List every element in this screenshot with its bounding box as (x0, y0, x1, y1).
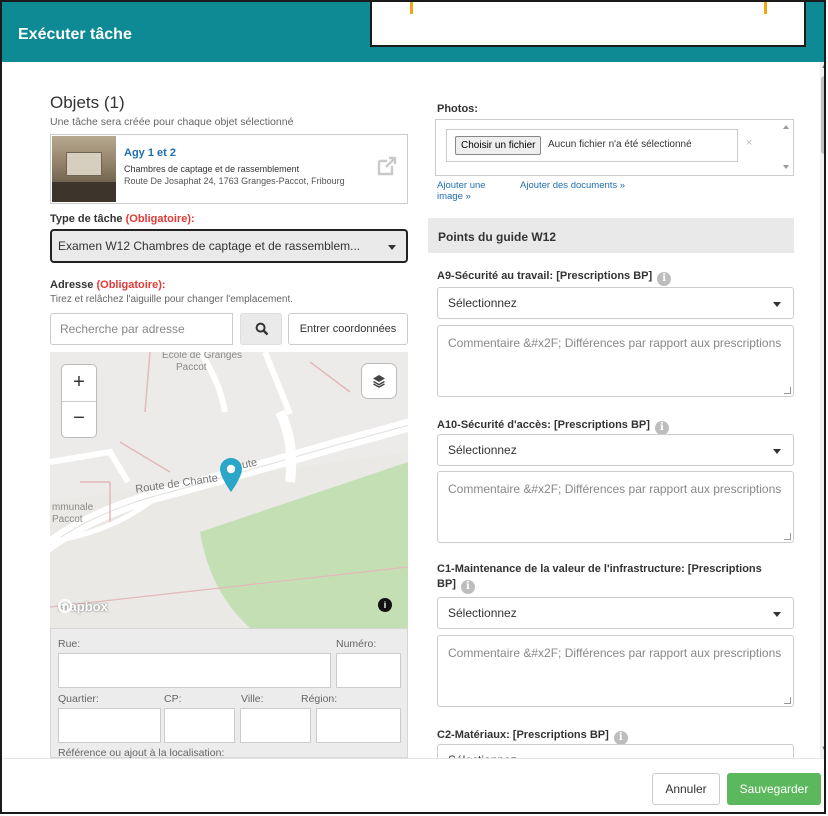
number-label: Numéro: (336, 638, 377, 650)
question-c1-comment[interactable]: Commentaire &#x2F; Différences par rappo… (437, 635, 794, 707)
zoom-out-button[interactable]: − (62, 401, 96, 437)
photos-upload-box: Choisir un fichier Aucun fichier n'a été… (435, 119, 794, 176)
chevron-down-icon (773, 449, 781, 454)
address-search-input[interactable]: Recherche par adresse (50, 313, 233, 345)
object-thumbnail (52, 136, 116, 202)
question-c1-select[interactable]: Sélectionnez (437, 597, 794, 629)
scroll-down-arrow-icon[interactable]: ▼ (821, 746, 824, 752)
address-hint: Tirez et relâchez l'aiguille pour change… (50, 294, 294, 305)
object-name-link[interactable]: Agy 1 et 2 (124, 147, 176, 159)
object-address: Route De Josaphat 24, 1763 Granges-Pacco… (124, 176, 345, 186)
scroll-up-arrow-icon[interactable]: ▲ (821, 64, 824, 70)
question-a10-label: A10-Sécurité d'accès: [Prescriptions BP]… (437, 419, 669, 435)
question-a10-comment[interactable]: Commentaire &#x2F; Différences par rappo… (437, 471, 794, 543)
task-type-label: Type de tâche (Obligatoire): (50, 213, 195, 225)
resize-handle-icon[interactable] (784, 387, 791, 394)
cancel-button[interactable]: Annuler (652, 773, 720, 805)
dialog-scrollbar[interactable]: ▲ ▼ (820, 62, 824, 758)
scroll-down-icon[interactable] (783, 165, 789, 169)
district-input[interactable] (58, 708, 161, 743)
overlay-marker-left (410, 2, 413, 14)
clear-file-icon[interactable]: × (746, 137, 752, 149)
dialog: Exécuter tâche Objets (1) Une tâche sera… (0, 0, 826, 814)
question-a9-label: A9-Sécurité au travail: [Prescriptions B… (437, 270, 672, 286)
external-link-icon[interactable] (376, 155, 398, 177)
number-input[interactable] (336, 653, 401, 688)
info-icon[interactable]: i (613, 731, 628, 745)
city-label: Ville: (241, 693, 264, 705)
city-input[interactable] (240, 708, 311, 743)
choose-file-button[interactable]: Choisir un fichier (455, 136, 542, 155)
region-input[interactable] (316, 708, 401, 743)
add-documents-link[interactable]: Ajouter des documents » (520, 180, 625, 191)
postal-code-input[interactable] (164, 708, 235, 743)
chevron-down-icon (388, 245, 396, 250)
map-label-left: mmunale (52, 502, 94, 513)
map-label-left-2: Paccot (52, 514, 83, 525)
district-label: Quartier: (58, 693, 99, 705)
add-image-link[interactable]: Ajouter une image » (437, 180, 486, 202)
question-c1-label: C1-Maintenance de la valeur de l'infrast… (437, 563, 762, 594)
objects-subtitle: Une tâche sera créée pour chaque objet s… (50, 116, 294, 128)
map[interactable]: Ecole de Granges Paccot Route de Chante … (50, 352, 408, 628)
task-type-select[interactable]: Examen W12 Chambres de captage et de ras… (50, 229, 408, 263)
search-button[interactable] (240, 313, 282, 345)
mapbox-logo: mapbox (58, 599, 108, 614)
layers-button[interactable] (362, 364, 396, 398)
guide-heading: Points du guide W12 (428, 218, 794, 253)
overlay-marker-right (764, 2, 767, 14)
map-label-school-2: Paccot (176, 362, 207, 373)
dialog-footer: Annuler Sauvegarder (2, 758, 824, 812)
question-c2-label: C2-Matériaux: [Prescriptions BP] i (437, 729, 628, 745)
enter-coordinates-button[interactable]: Entrer coordonnées (288, 313, 408, 345)
street-input[interactable] (58, 653, 331, 688)
question-a9-comment[interactable]: Commentaire &#x2F; Différences par rappo… (437, 325, 794, 397)
street-label: Rue: (58, 638, 81, 650)
resize-handle-icon[interactable] (784, 697, 791, 704)
chevron-down-icon (773, 612, 781, 617)
photos-label: Photos: (437, 103, 478, 115)
info-icon[interactable]: i (654, 421, 669, 435)
search-icon (255, 322, 269, 336)
layers-icon (373, 375, 385, 388)
zoom-control: + − (62, 365, 96, 437)
objects-heading: Objets (1) (50, 93, 125, 112)
scrollbar-thumb[interactable] (821, 76, 824, 154)
chevron-down-icon (773, 302, 781, 307)
map-info-button[interactable]: i (378, 598, 392, 612)
save-button[interactable]: Sauvegarder (727, 773, 821, 805)
overlay-box (370, 2, 806, 47)
scroll-up-icon[interactable] (783, 125, 789, 129)
map-pin-icon[interactable] (220, 458, 242, 492)
map-label-school: Ecole de Granges (162, 352, 243, 361)
question-a9-select[interactable]: Sélectionnez (437, 287, 794, 319)
dialog-title: Exécuter tâche (18, 26, 132, 43)
no-file-text: Aucun fichier n'a été sélectionné (548, 139, 692, 150)
region-label: Région: (301, 693, 338, 705)
address-form: Rue: Numéro: Quartier: CP: Ville: Région… (50, 628, 408, 759)
mapbox-logo-icon (58, 599, 72, 613)
task-type-value: Examen W12 Chambres de captage et de ras… (58, 239, 361, 253)
question-a10-select[interactable]: Sélectionnez (437, 434, 794, 466)
info-icon[interactable]: i (460, 580, 475, 594)
object-type: Chambres de captage et de rassemblement (124, 164, 300, 174)
address-label: Adresse (Obligatoire): (50, 279, 166, 291)
postal-code-label: CP: (164, 693, 182, 705)
object-card[interactable]: Agy 1 et 2 Chambres de captage et de ras… (50, 134, 408, 204)
info-icon[interactable]: i (657, 272, 672, 286)
resize-handle-icon[interactable] (784, 533, 791, 540)
zoom-in-button[interactable]: + (62, 365, 96, 401)
